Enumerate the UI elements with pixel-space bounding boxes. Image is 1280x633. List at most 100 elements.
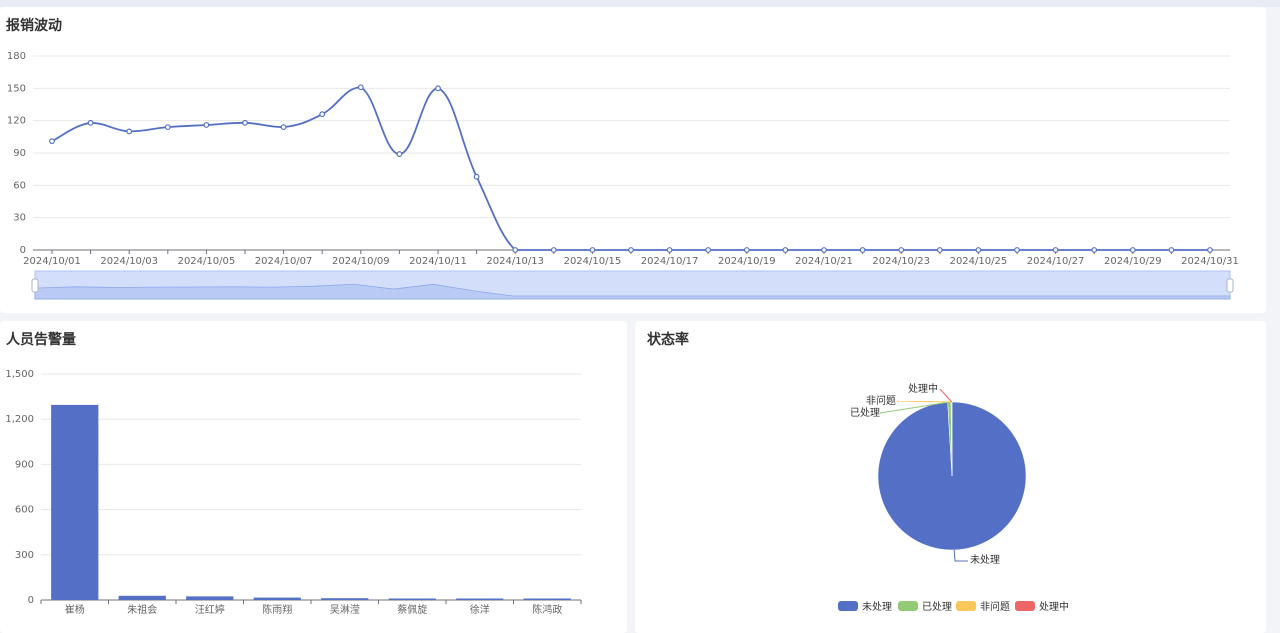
data-point[interactable] xyxy=(49,138,55,145)
datazoom-left-handle[interactable] xyxy=(31,278,39,293)
y-tick-label: 300 xyxy=(15,550,34,561)
y-tick-label: 0 xyxy=(28,595,34,606)
data-point[interactable] xyxy=(87,119,94,126)
x-tick-label: 崔杨 xyxy=(65,603,85,616)
x-tick-label: 2024/10/19 xyxy=(718,256,776,267)
bar[interactable] xyxy=(523,598,571,601)
pie-label-line xyxy=(939,388,953,403)
y-tick-label: 0 xyxy=(20,245,26,256)
data-point[interactable] xyxy=(936,247,943,253)
data-point[interactable] xyxy=(280,124,287,131)
data-point[interactable] xyxy=(782,247,789,253)
status-panel: 状态率 未处理 已处理 非问题 处理中 未处理 已处理 非问题 处理中 xyxy=(635,321,1266,633)
x-tick-label: 2024/10/29 xyxy=(1104,256,1162,267)
alerts-bar-chart: 0 300 600 900 1,200 1,500 崔杨 朱祖会 汪红婷 陈雨翔 吴淋滢 蔡佩旋 徐洋 陈… xyxy=(5,369,582,616)
data-point[interactable] xyxy=(589,247,596,253)
y-tick-label: 1,200 xyxy=(5,414,34,425)
x-tick-label: 2024/10/21 xyxy=(795,256,853,267)
bar[interactable] xyxy=(253,597,301,600)
x-tick-label: 2024/10/07 xyxy=(255,256,313,267)
legend-swatch[interactable] xyxy=(956,601,976,611)
x-tick-label: 2024/10/31 xyxy=(1181,256,1239,267)
bar[interactable] xyxy=(118,595,166,600)
alerts-panel: 人员告警量 0 300 600 900 1,200 1,500 崔杨 朱祖会 汪红婷 陈雨翔 吴淋滢… xyxy=(0,321,627,633)
x-tick-label: 2024/10/25 xyxy=(950,256,1008,267)
x-tick-label: 汪红婷 xyxy=(195,603,225,616)
legend-label: 非问题 xyxy=(980,600,1010,613)
legend-label: 已处理 xyxy=(922,601,952,613)
data-point[interactable] xyxy=(898,247,905,253)
data-point[interactable] xyxy=(126,128,133,135)
x-tick-label: 2024/10/17 xyxy=(641,256,699,267)
data-point[interactable] xyxy=(1168,247,1175,253)
x-tick-label: 陈雨翔 xyxy=(262,603,292,616)
data-point[interactable] xyxy=(435,85,441,92)
y-tick-label: 1,500 xyxy=(5,369,34,380)
y-tick-label: 60 xyxy=(13,180,26,191)
legend-swatch[interactable] xyxy=(838,601,858,611)
y-tick-label: 900 xyxy=(15,459,34,470)
pie-label: 未处理 xyxy=(970,554,1000,566)
datazoom-right-handle[interactable] xyxy=(1226,278,1234,293)
data-point[interactable] xyxy=(975,247,982,253)
x-tick-label: 蔡佩旋 xyxy=(397,603,427,616)
x-tick-label: 2024/10/09 xyxy=(332,256,390,267)
top-bar xyxy=(0,0,1280,7)
data-point[interactable] xyxy=(1129,247,1136,253)
data-point[interactable] xyxy=(705,247,712,253)
x-tick-label: 2024/10/11 xyxy=(409,256,467,267)
y-tick-label: 90 xyxy=(13,148,26,159)
legend-swatch[interactable] xyxy=(1015,601,1035,611)
legend-swatch[interactable] xyxy=(898,601,918,611)
x-tick-label: 2024/10/13 xyxy=(486,256,544,267)
bar[interactable] xyxy=(456,598,504,601)
y-tick-label: 150 xyxy=(7,83,26,94)
bar[interactable] xyxy=(388,598,436,601)
data-point[interactable] xyxy=(628,247,634,253)
x-tick-label: 徐洋 xyxy=(470,603,490,616)
data-point[interactable] xyxy=(1207,247,1213,253)
data-point[interactable] xyxy=(821,247,827,253)
x-tick-label: 2024/10/05 xyxy=(178,256,236,267)
data-point[interactable] xyxy=(859,247,866,253)
data-point[interactable] xyxy=(319,111,326,118)
x-tick-label: 2024/10/27 xyxy=(1027,256,1085,267)
x-tick-label: 2024/10/03 xyxy=(100,256,158,267)
bar[interactable] xyxy=(186,596,234,600)
bar[interactable] xyxy=(51,404,99,600)
bar[interactable] xyxy=(321,598,369,600)
y-tick-label: 30 xyxy=(13,213,26,224)
data-point[interactable] xyxy=(550,247,557,253)
x-tick-label: 2024/10/01 xyxy=(23,256,81,267)
pie-label: 处理中 xyxy=(908,382,938,395)
data-point[interactable] xyxy=(743,247,750,253)
x-tick-label: 2024/10/15 xyxy=(564,256,622,267)
data-point[interactable] xyxy=(512,247,519,253)
pie-label-line xyxy=(953,549,968,562)
y-tick-label: 120 xyxy=(7,116,26,127)
data-point[interactable] xyxy=(666,247,673,253)
data-point[interactable] xyxy=(1052,247,1059,253)
data-point[interactable] xyxy=(1091,247,1098,253)
status-pie-chart: 未处理已处理非问题处理中未处理 已处理 非问题 处理中 xyxy=(838,382,1069,613)
data-point[interactable] xyxy=(396,151,403,157)
x-tick-label: 吴淋滢 xyxy=(330,603,360,616)
series-line xyxy=(51,86,1210,251)
data-point[interactable] xyxy=(1014,247,1020,253)
y-tick-label: 600 xyxy=(15,505,34,516)
data-point[interactable] xyxy=(357,84,364,91)
data-point[interactable] xyxy=(473,173,480,180)
fluctuation-line-chart: 0 30 60 90 120 150 180 2024/10/01 2024/10/03 2024… xyxy=(7,51,1239,300)
data-point[interactable] xyxy=(164,124,171,131)
y-tick-label: 180 xyxy=(7,51,26,62)
x-tick-label: 朱祖会 xyxy=(127,603,157,616)
legend-label: 处理中 xyxy=(1039,600,1069,613)
pie-label: 非问题 xyxy=(866,394,896,407)
fluctuation-panel: 报销波动 0 30 60 90 120 150 180 2024/10/01 2024/10/0… xyxy=(0,7,1266,313)
data-point[interactable] xyxy=(203,122,210,128)
data-point[interactable] xyxy=(242,119,248,126)
pie-label: 已处理 xyxy=(850,407,880,419)
pie-label-line xyxy=(896,400,952,403)
x-tick-label: 2024/10/23 xyxy=(872,256,930,267)
legend-label: 未处理 xyxy=(862,601,892,613)
